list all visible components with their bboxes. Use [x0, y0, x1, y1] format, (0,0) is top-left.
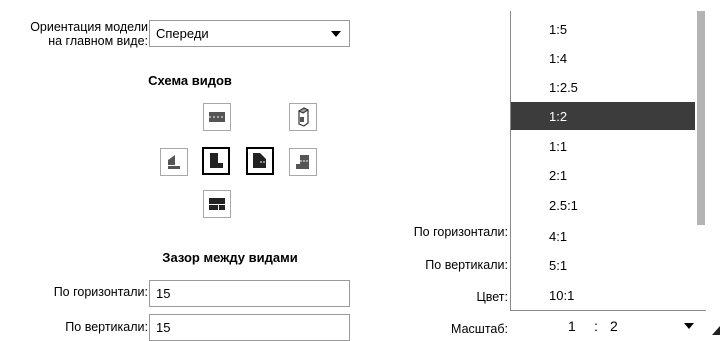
right-horizontal-label: По горизонтали:	[413, 225, 508, 239]
scale-option[interactable]: 4:1	[511, 222, 695, 250]
view-iso-button[interactable]	[289, 103, 317, 131]
view-back-button[interactable]	[289, 148, 317, 176]
gap-vertical-value: 15	[156, 320, 171, 335]
orientation-label: Ориентация модели на главном виде:	[0, 20, 148, 48]
scale-option[interactable]: 2.5:1	[511, 191, 695, 219]
color-label: Цвет:	[476, 290, 508, 304]
gap-horizontal-value: 15	[156, 286, 171, 301]
scale-label: Масштаб:	[451, 322, 508, 336]
view-front-icon	[210, 153, 223, 168]
view-left-icon	[168, 155, 180, 169]
right-vertical-label: По вертикали:	[425, 258, 508, 272]
chevron-down-icon	[331, 30, 341, 37]
view-right-button[interactable]	[246, 147, 274, 175]
gap-horizontal-label: По горизонтали:	[53, 285, 148, 299]
view-bottom-button[interactable]	[203, 190, 231, 218]
scale-dropdown-list[interactable]: 1:5 1:4 1:2.5 1:2 1:1 2:1 2.5:1 4:1 5:1 …	[510, 11, 706, 311]
scale-option[interactable]: 1:1	[511, 132, 695, 160]
view-left-button[interactable]	[160, 148, 188, 176]
scale-separator: :	[594, 318, 598, 334]
scale-left-value: 1	[568, 318, 576, 334]
scale-option[interactable]: 1:5	[511, 15, 695, 43]
view-front-button[interactable]	[202, 147, 230, 175]
view-top-button[interactable]	[203, 103, 231, 131]
scheme-heading: Схема видов	[148, 73, 232, 88]
scale-right-value: 2	[610, 318, 618, 334]
view-bottom-icon	[209, 198, 225, 210]
scale-option[interactable]: 2:1	[511, 161, 695, 189]
gap-vertical-input[interactable]: 15	[149, 314, 350, 341]
orientation-select[interactable]: Спереди	[149, 20, 350, 47]
view-top-icon	[209, 112, 225, 122]
scale-option-selected[interactable]: 1:2	[511, 102, 695, 130]
scale-option[interactable]: 1:2.5	[511, 73, 695, 101]
dropdown-scrollbar-thumb[interactable]	[697, 11, 705, 225]
gap-vertical-label: По вертикали:	[65, 320, 148, 334]
view-iso-icon	[297, 107, 310, 127]
view-right-icon	[253, 153, 266, 168]
scale-option[interactable]: 5:1	[511, 251, 695, 279]
scale-combobox[interactable]: 1 : 2	[510, 312, 706, 340]
view-back-icon	[296, 155, 309, 169]
resize-grip-icon	[712, 326, 720, 335]
scale-option[interactable]: 1:4	[511, 44, 695, 72]
scale-option[interactable]: 10:1	[511, 281, 695, 309]
orientation-label-line1: Ориентация модели	[30, 20, 148, 34]
orientation-value: Спереди	[156, 26, 209, 41]
gap-heading: Зазор между видами	[162, 250, 298, 265]
orientation-label-line2: на главном виде:	[48, 34, 148, 48]
gap-horizontal-input[interactable]: 15	[149, 280, 350, 307]
dropdown-arrow-icon	[684, 323, 694, 329]
